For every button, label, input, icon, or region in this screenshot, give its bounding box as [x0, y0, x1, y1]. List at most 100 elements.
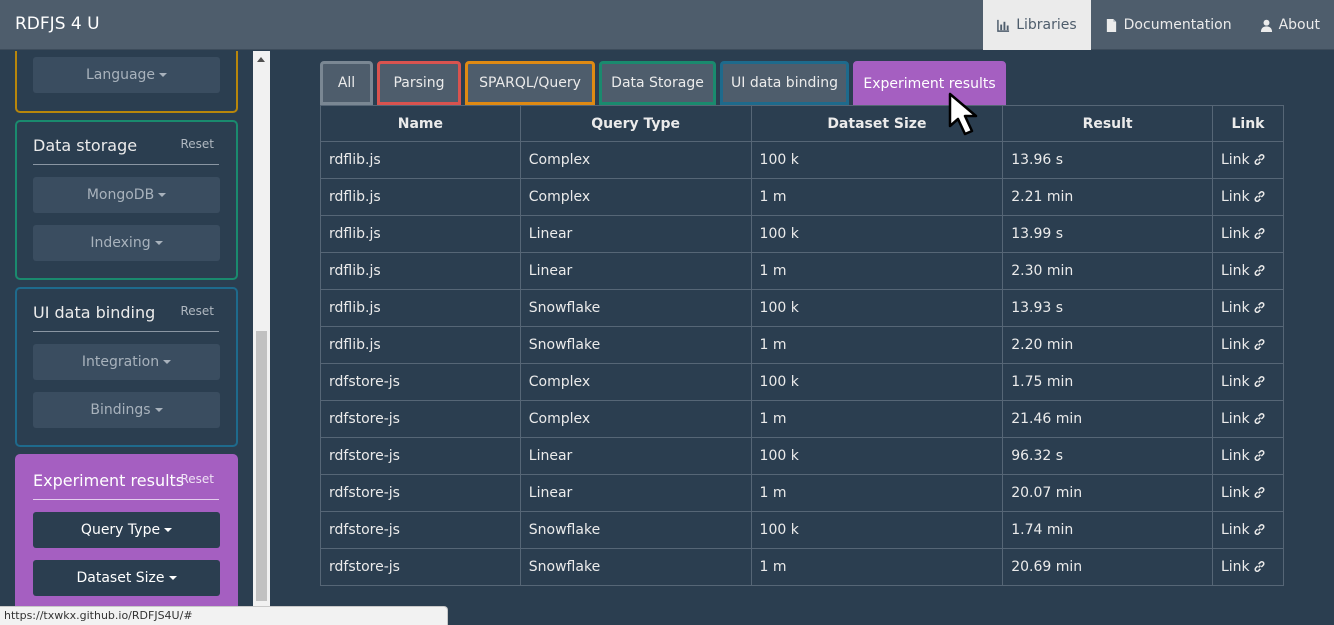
cell-link[interactable]: Link [1211, 252, 1285, 290]
caret-down-icon [154, 408, 163, 412]
data-storage-reset[interactable]: Reset [180, 137, 214, 151]
cell-link[interactable]: Link [1211, 511, 1285, 549]
cell-dataset-size: 1 m [750, 178, 1004, 216]
scroll-up-icon[interactable] [257, 57, 265, 62]
table-row: rdfstore-js Linear 1 m 20.07 min Link [320, 474, 1285, 512]
nav-documentation-label: Documentation [1123, 17, 1232, 33]
tab-data-storage-label: Data Storage [611, 75, 704, 91]
cell-dataset-size: 1 m [750, 326, 1004, 364]
brand-logo[interactable]: RDFJS 4 U [15, 14, 100, 34]
experiment-results-reset[interactable]: Reset [180, 472, 214, 486]
experiment-results-title: Experiment results [33, 471, 185, 490]
caret-down-icon [159, 73, 168, 77]
cell-result: 2.20 min [1002, 326, 1213, 364]
cell-link[interactable]: Link [1211, 141, 1285, 179]
link-label[interactable]: Link [1221, 522, 1250, 538]
mouse-cursor-icon [948, 92, 978, 136]
cell-query-type: Snowflake [519, 548, 752, 586]
table-row: rdflib.js Linear 100 k 13.99 s Link [320, 215, 1285, 253]
mongodb-dropdown[interactable]: MongoDB [33, 177, 220, 213]
cell-dataset-size: 100 k [750, 289, 1004, 327]
tab-ui-data-binding-label: UI data binding [731, 75, 838, 91]
tab-parsing[interactable]: Parsing [377, 61, 461, 105]
table-row: rdflib.js Snowflake 100 k 13.93 s Link [320, 289, 1285, 327]
tab-sparql-query[interactable]: SPARQL/Query [465, 61, 595, 105]
cell-link[interactable]: Link [1211, 215, 1285, 253]
indexing-dropdown[interactable]: Indexing [33, 225, 220, 261]
results-table: Name Query Type Dataset Size Result Link… [320, 105, 1285, 586]
nav-about[interactable]: About [1246, 0, 1334, 50]
ui-binding-reset[interactable]: Reset [180, 304, 214, 318]
query-type-dropdown-label: Query Type [80, 522, 161, 538]
cell-dataset-size: 1 m [750, 252, 1004, 290]
cell-link[interactable]: Link [1211, 363, 1285, 401]
link-label[interactable]: Link [1221, 226, 1250, 242]
link-label[interactable]: Link [1221, 300, 1250, 316]
tab-experiment-results-label: Experiment results [863, 75, 996, 92]
cell-dataset-size: 1 m [750, 400, 1004, 438]
chain-link-icon [1254, 561, 1265, 572]
link-label[interactable]: Link [1221, 337, 1250, 353]
cell-link[interactable]: Link [1211, 474, 1285, 512]
integration-dropdown[interactable]: Integration [33, 344, 220, 380]
cell-name: rdfstore-js [320, 511, 521, 549]
dataset-size-dropdown-label: Dataset Size [76, 570, 165, 586]
chain-link-icon [1254, 413, 1265, 424]
navbar: RDFJS 4 U Libraries Documentation About [0, 0, 1334, 50]
link-label[interactable]: Link [1221, 559, 1250, 575]
link-label[interactable]: Link [1221, 189, 1250, 205]
query-type-dropdown[interactable]: Query Type [33, 512, 220, 548]
nav-libraries[interactable]: Libraries [983, 0, 1091, 50]
nav-links: Libraries Documentation About [983, 0, 1334, 50]
cell-result: 20.07 min [1002, 474, 1213, 512]
tab-all[interactable]: All [320, 61, 373, 105]
link-label[interactable]: Link [1221, 152, 1250, 168]
cell-link[interactable]: Link [1211, 178, 1285, 216]
link-label[interactable]: Link [1221, 374, 1250, 390]
header-result[interactable]: Result [1002, 105, 1213, 142]
cell-name: rdfstore-js [320, 363, 521, 401]
cell-link[interactable]: Link [1211, 437, 1285, 475]
cell-name: rdfstore-js [320, 474, 521, 512]
cell-name: rdflib.js [320, 141, 521, 179]
cell-dataset-size: 100 k [750, 215, 1004, 253]
table-row: rdflib.js Complex 1 m 2.21 min Link [320, 178, 1285, 216]
mongodb-dropdown-label: MongoDB [86, 187, 155, 203]
header-link[interactable]: Link [1211, 105, 1285, 142]
cell-dataset-size: 1 m [750, 474, 1004, 512]
scroll-thumb[interactable] [256, 331, 267, 601]
header-name[interactable]: Name [320, 105, 521, 142]
tab-ui-data-binding[interactable]: UI data binding [720, 61, 849, 105]
tab-data-storage[interactable]: Data Storage [599, 61, 716, 105]
cell-link[interactable]: Link [1211, 548, 1285, 586]
bindings-dropdown[interactable]: Bindings [33, 392, 220, 428]
user-icon [1260, 19, 1272, 32]
link-label[interactable]: Link [1221, 448, 1250, 464]
cell-result: 13.99 s [1002, 215, 1213, 253]
chain-link-icon [1254, 339, 1265, 350]
cell-link[interactable]: Link [1211, 326, 1285, 364]
cell-query-type: Complex [519, 363, 752, 401]
cell-link[interactable]: Link [1211, 400, 1285, 438]
cell-result: 2.30 min [1002, 252, 1213, 290]
chain-link-icon [1254, 228, 1265, 239]
table-row: rdfstore-js Linear 100 k 96.32 s Link [320, 437, 1285, 475]
link-label[interactable]: Link [1221, 485, 1250, 501]
link-label[interactable]: Link [1221, 411, 1250, 427]
cell-result: 96.32 s [1002, 437, 1213, 475]
language-dropdown[interactable]: Language [33, 57, 220, 93]
cell-link[interactable]: Link [1211, 289, 1285, 327]
cell-result: 13.93 s [1002, 289, 1213, 327]
divider [33, 331, 219, 332]
link-label[interactable]: Link [1221, 263, 1250, 279]
chain-link-icon [1254, 191, 1265, 202]
header-query-type[interactable]: Query Type [519, 105, 752, 142]
dataset-size-dropdown[interactable]: Dataset Size [33, 560, 220, 596]
cell-name: rdfstore-js [320, 548, 521, 586]
cell-name: rdflib.js [320, 178, 521, 216]
nav-documentation[interactable]: Documentation [1091, 0, 1246, 50]
table-row: rdfstore-js Complex 100 k 1.75 min Link [320, 363, 1285, 401]
cell-query-type: Snowflake [519, 326, 752, 364]
chain-link-icon [1254, 154, 1265, 165]
sidebar-scrollbar[interactable] [253, 51, 270, 625]
